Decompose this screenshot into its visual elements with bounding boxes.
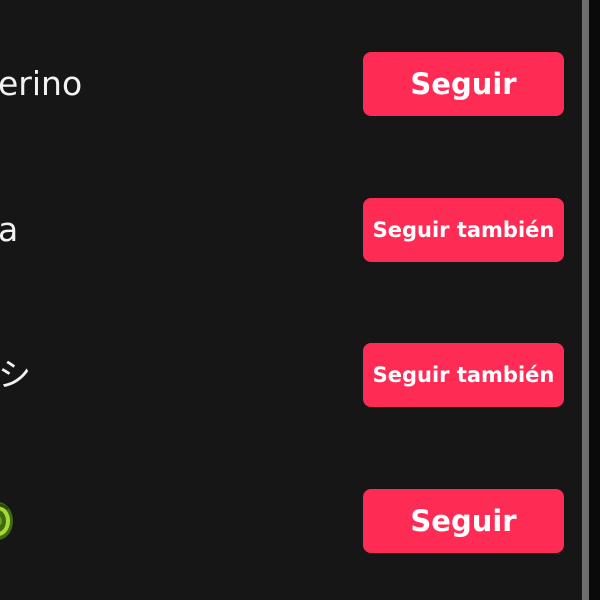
follow-back-button[interactable]: Seguir también xyxy=(363,198,564,262)
scrollbar[interactable] xyxy=(582,0,589,600)
follow-button[interactable]: Seguir xyxy=(363,52,564,116)
follow-button[interactable]: Seguir xyxy=(363,489,564,553)
list-item: シ Seguir también xyxy=(0,343,582,407)
green-swirl-emoji-icon xyxy=(0,499,16,543)
username-label: erino xyxy=(0,64,83,103)
follow-back-button[interactable]: Seguir también xyxy=(363,343,564,407)
list-item: erino Seguir xyxy=(0,52,582,116)
list-item: a Seguir también xyxy=(0,198,582,262)
list-item: Seguir xyxy=(0,489,582,553)
username-label: a xyxy=(0,210,19,249)
window-edge xyxy=(589,0,600,600)
username-label: シ xyxy=(0,355,31,394)
follow-list-screen: erino Seguir a Seguir también シ Seguir t… xyxy=(0,0,600,600)
